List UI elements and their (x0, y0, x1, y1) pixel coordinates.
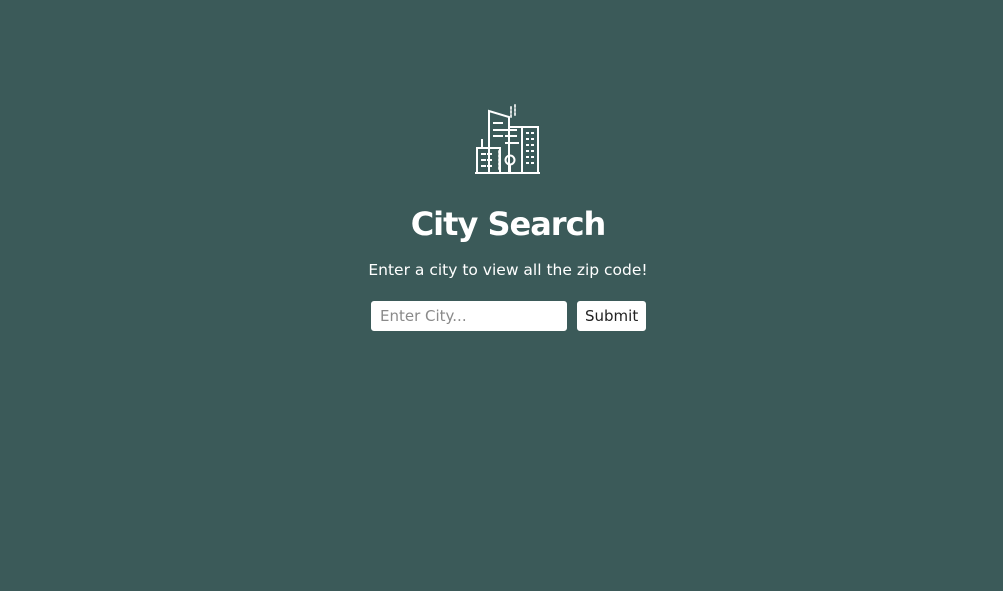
page: City Search Enter a city to view all the… (0, 0, 1003, 591)
city-search-form: Submit (371, 301, 647, 331)
page-subtitle: Enter a city to view all the zip code! (368, 261, 648, 279)
city-buildings-icon (474, 103, 542, 175)
page-title: City Search (410, 205, 607, 243)
submit-button[interactable]: Submit (577, 301, 647, 331)
city-input[interactable] (371, 301, 567, 331)
